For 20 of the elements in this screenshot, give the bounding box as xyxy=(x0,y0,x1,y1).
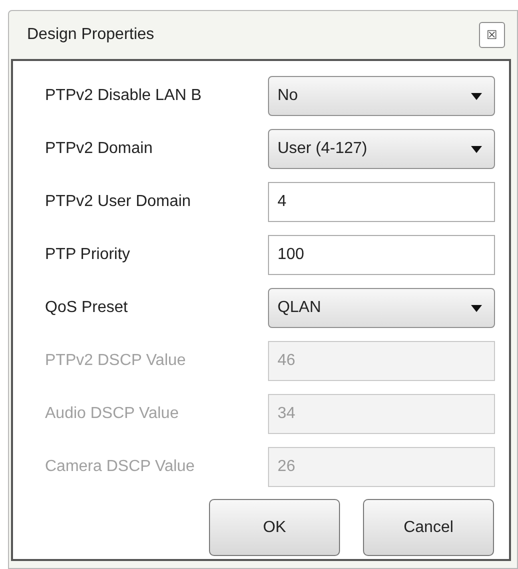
dropdown[interactable]: QLAN xyxy=(268,288,495,328)
field-label: PTPv2 User Domain xyxy=(45,192,192,212)
dropdown[interactable]: User (4-127) xyxy=(268,129,495,169)
field-label: QoS Preset xyxy=(45,298,129,318)
dropdown[interactable]: No xyxy=(268,76,495,116)
cancel-button[interactable]: Cancel xyxy=(363,499,494,556)
caret-icon xyxy=(471,146,482,152)
input-field[interactable]: 100 xyxy=(268,235,495,275)
input-field[interactable]: 4 xyxy=(268,182,495,222)
field-label: PTPv2 Domain xyxy=(45,139,154,159)
field-label: Camera DSCP Value xyxy=(45,457,196,477)
window-title: Design Properties xyxy=(27,25,154,45)
ok-button[interactable]: OK xyxy=(209,499,340,556)
caret-icon xyxy=(471,92,482,100)
field-label: Audio DSCP Value xyxy=(45,404,180,424)
close-button[interactable]: ☒ xyxy=(479,22,505,48)
field-label: PTPv2 DSCP Value xyxy=(45,351,187,371)
field-label: PTP Priority xyxy=(45,245,132,265)
caret-icon xyxy=(471,304,482,312)
field-label: PTPv2 Disable LAN B xyxy=(45,86,203,106)
